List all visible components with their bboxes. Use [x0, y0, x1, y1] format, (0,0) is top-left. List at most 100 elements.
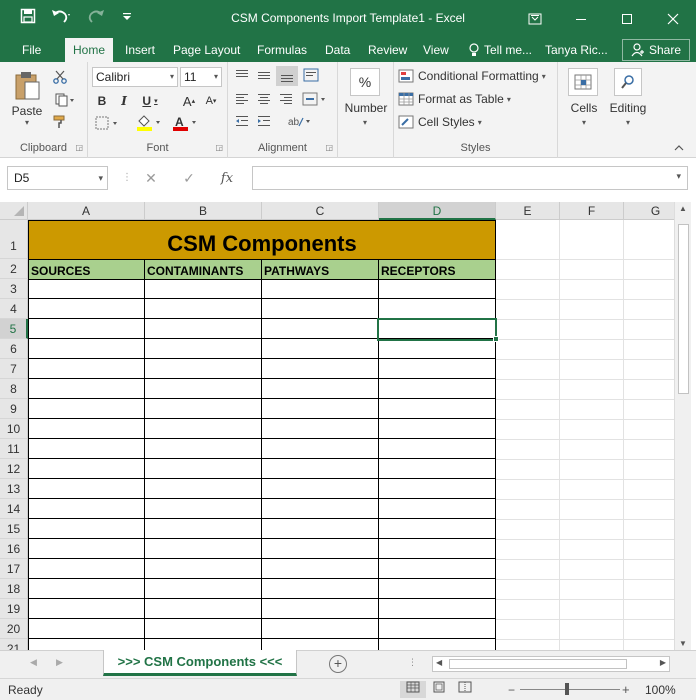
expand-formula-bar-icon[interactable]: ▾: [676, 171, 681, 182]
table-cell[interactable]: [379, 479, 496, 499]
cancel-icon[interactable]: ✕: [132, 170, 170, 187]
table-cell[interactable]: [262, 379, 379, 399]
insert-function-icon[interactable]: fx: [208, 171, 246, 186]
table-cell[interactable]: [145, 639, 262, 650]
align-left-icon[interactable]: [232, 90, 252, 108]
table-cell[interactable]: [379, 619, 496, 639]
header-contaminants[interactable]: CONTAMINANTS: [145, 259, 262, 280]
font-launcher-icon[interactable]: ◲: [215, 143, 223, 152]
alignment-launcher-icon[interactable]: ◲: [325, 143, 333, 152]
zoom-level[interactable]: 100%: [645, 683, 676, 697]
table-cell[interactable]: [379, 399, 496, 419]
table-cell[interactable]: [145, 579, 262, 599]
sheet-tab-csm-components[interactable]: >>> CSM Components <<<: [103, 650, 297, 676]
table-cell[interactable]: [28, 479, 145, 499]
table-cell[interactable]: [145, 619, 262, 639]
table-cell[interactable]: [145, 479, 262, 499]
table-cell[interactable]: [28, 519, 145, 539]
row-header-20[interactable]: 20: [0, 619, 28, 639]
number-dropdown-icon[interactable]: ▾: [356, 116, 374, 128]
share-button[interactable]: Share: [621, 39, 690, 61]
column-header-b[interactable]: B: [145, 202, 262, 220]
table-cell[interactable]: [262, 319, 379, 339]
horizontal-scroll-thumb[interactable]: [449, 659, 627, 669]
editing-group[interactable]: Editing ▾: [606, 62, 650, 158]
table-cell[interactable]: [145, 599, 262, 619]
row-header-5[interactable]: 5: [0, 319, 28, 339]
row-header-10[interactable]: 10: [0, 419, 28, 439]
table-cell[interactable]: [145, 399, 262, 419]
table-cell[interactable]: [379, 339, 496, 359]
merge-center-icon[interactable]: [300, 90, 330, 108]
scroll-down-icon[interactable]: ▼: [679, 639, 687, 648]
table-cell[interactable]: [379, 419, 496, 439]
table-cell[interactable]: [379, 579, 496, 599]
table-cell[interactable]: [28, 339, 145, 359]
tab-home[interactable]: Home: [65, 38, 114, 62]
cells-dropdown-icon[interactable]: ▾: [575, 116, 593, 128]
table-cell[interactable]: [379, 499, 496, 519]
format-as-table-button[interactable]: Format as Table ▾: [398, 89, 556, 109]
vertical-scroll-thumb[interactable]: [678, 224, 689, 394]
tab-data[interactable]: Data: [317, 38, 358, 62]
vertical-scrollbar[interactable]: ▲ ▼: [674, 202, 691, 650]
borders-icon[interactable]: [92, 114, 124, 132]
table-cell[interactable]: [262, 299, 379, 319]
table-cell[interactable]: [28, 539, 145, 559]
table-cell[interactable]: [145, 319, 262, 339]
next-sheet-icon[interactable]: ▶: [56, 657, 63, 668]
tell-me-box[interactable]: Tell me...: [460, 38, 540, 62]
table-cell[interactable]: [379, 599, 496, 619]
zoom-in-icon[interactable]: +: [622, 682, 630, 697]
align-middle-icon[interactable]: [254, 66, 274, 84]
table-cell[interactable]: [28, 279, 145, 299]
scroll-up-icon[interactable]: ▲: [679, 204, 687, 213]
table-cell[interactable]: [145, 419, 262, 439]
formula-input[interactable]: ▾: [252, 166, 688, 190]
header-receptors[interactable]: RECEPTORS: [379, 259, 496, 280]
table-cell[interactable]: [145, 559, 262, 579]
table-cell[interactable]: [28, 599, 145, 619]
fill-handle[interactable]: [493, 336, 499, 342]
conditional-formatting-button[interactable]: Conditional Formatting ▾: [398, 66, 556, 86]
table-cell[interactable]: [28, 619, 145, 639]
row-header-18[interactable]: 18: [0, 579, 28, 599]
table-cell[interactable]: [262, 639, 379, 650]
table-cell[interactable]: [262, 559, 379, 579]
table-cell[interactable]: [145, 379, 262, 399]
table-cell[interactable]: [379, 539, 496, 559]
underline-button[interactable]: U ▾: [136, 92, 164, 110]
row-header-21[interactable]: 21: [0, 639, 28, 650]
enter-icon[interactable]: ✓: [170, 170, 208, 187]
table-cell[interactable]: [379, 439, 496, 459]
table-cell[interactable]: [262, 499, 379, 519]
column-header-g[interactable]: G: [624, 202, 674, 220]
table-cell[interactable]: [28, 579, 145, 599]
orientation-icon[interactable]: ab: [284, 112, 316, 130]
table-cell[interactable]: [262, 339, 379, 359]
table-cell[interactable]: [145, 459, 262, 479]
tab-split-handle-icon[interactable]: ⋮: [408, 657, 417, 668]
close-button[interactable]: [650, 0, 696, 38]
editing-dropdown-icon[interactable]: ▾: [619, 116, 637, 128]
paste-button[interactable]: Paste ▾: [8, 68, 46, 128]
table-cell[interactable]: [145, 339, 262, 359]
zoom-slider-thumb[interactable]: [565, 683, 569, 695]
font-name-dropdown-icon[interactable]: ▾: [170, 68, 174, 86]
table-cell[interactable]: [379, 359, 496, 379]
horizontal-scrollbar[interactable]: ◀ ▶: [432, 656, 670, 672]
table-cell[interactable]: [145, 499, 262, 519]
tab-insert[interactable]: Insert: [117, 38, 163, 62]
fill-color-icon[interactable]: [134, 114, 166, 132]
previous-sheet-icon[interactable]: ◀: [30, 657, 37, 668]
copy-icon[interactable]: [50, 91, 80, 109]
table-cell[interactable]: [262, 519, 379, 539]
table-cell[interactable]: [379, 299, 496, 319]
table-cell[interactable]: [145, 539, 262, 559]
table-cell[interactable]: [262, 279, 379, 299]
table-cell[interactable]: [145, 279, 262, 299]
table-cell[interactable]: [262, 599, 379, 619]
table-cell[interactable]: [145, 519, 262, 539]
table-cell[interactable]: [379, 459, 496, 479]
page-layout-view-icon[interactable]: [426, 681, 452, 698]
